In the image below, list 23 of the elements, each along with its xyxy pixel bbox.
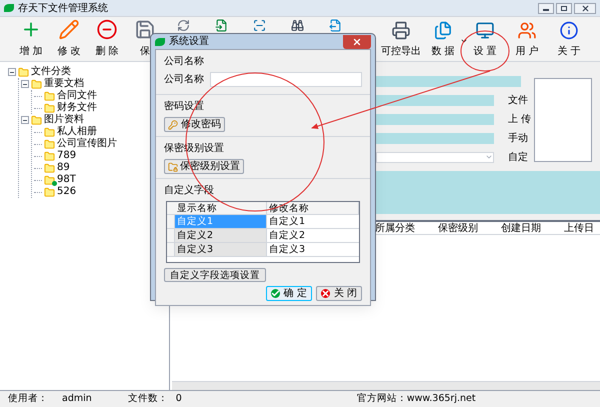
- column-header: 显示名称: [175, 202, 267, 214]
- column-header: 上传日: [564, 222, 595, 234]
- field-label: 上 传: [508, 112, 532, 127]
- field-label: 公司名称: [164, 73, 204, 87]
- status-value: 0: [176, 392, 182, 406]
- field-label: 自定: [508, 150, 528, 165]
- grid-cell-text: 自定义3: [268, 243, 306, 256]
- dialog-title: 系统设置: [169, 34, 209, 49]
- column-header: 所属分类: [375, 222, 416, 234]
- status-label: 使用者：: [8, 392, 48, 406]
- grid-cell-text: 自定义2: [268, 229, 306, 242]
- column-header: 保密级别: [438, 222, 479, 234]
- status-value: admin: [62, 392, 92, 406]
- column-header: 创建日期: [501, 222, 542, 234]
- field-label: 文件: [508, 94, 528, 108]
- grid-cell: 自定义3: [175, 243, 267, 256]
- window-title: 存天下文件管理系统: [18, 2, 108, 16]
- grid-cell-text: 自定义1: [268, 215, 306, 228]
- grid-cell: 自定义1: [175, 215, 267, 228]
- field-label: 手动: [508, 132, 528, 146]
- status-label: 文件数：: [128, 392, 168, 406]
- section-heading: 公司名称: [164, 55, 205, 69]
- grid-cell: 自定义2: [175, 229, 267, 242]
